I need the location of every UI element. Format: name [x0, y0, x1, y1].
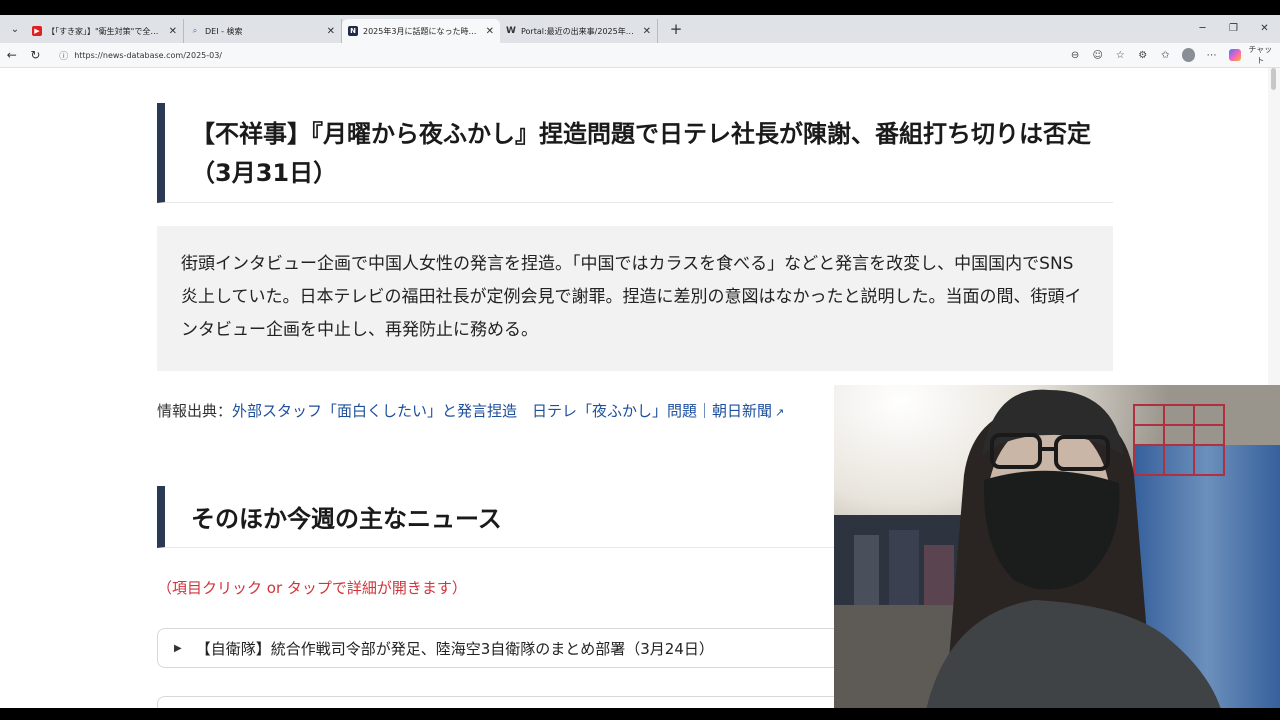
- close-window-icon[interactable]: ✕: [1249, 15, 1280, 43]
- article-heading: 【不祥事】『月曜から夜ふかし』捏造問題で日テレ社長が陳謝、番組打ち切りは否定（3…: [157, 103, 1113, 203]
- tab-2[interactable]: ⌕ DEI - 検索 ✕: [184, 19, 342, 43]
- extensions-icon[interactable]: ⚙: [1132, 50, 1155, 61]
- reload-icon[interactable]: ↻: [24, 48, 48, 62]
- site-info-icon[interactable]: ⓘ: [59, 49, 68, 62]
- tab-title: 【「すき家」】"衛生対策"で全店一時閉: [47, 26, 163, 36]
- accordion-label: 【自衛隊】統合作戦司令部が発足、陸海空3自衛隊のまとめ部署（3月24日）: [195, 639, 714, 658]
- reader-mode-icon[interactable]: ☺: [1086, 50, 1109, 61]
- source-link[interactable]: 外部スタッフ「面白くしたい」と発言捏造 日テレ「夜ふかし」問題｜朝日新聞: [232, 402, 772, 420]
- close-icon[interactable]: ✕: [327, 26, 335, 37]
- window-controls: ─ ❐ ✕: [1187, 15, 1280, 43]
- favorites-list-icon[interactable]: ✩: [1154, 50, 1177, 61]
- zoom-icon[interactable]: ⊖: [1064, 50, 1087, 61]
- back-arrow-icon[interactable]: ←: [0, 48, 24, 62]
- more-menu-icon[interactable]: ⋯: [1200, 50, 1223, 61]
- chat-button[interactable]: チャット: [1241, 44, 1280, 66]
- article-summary: 街頭インタビュー企画で中国人女性の発言を捏造。「中国ではカラスを食べる」などと発…: [157, 226, 1113, 371]
- webcam-video-image: [834, 385, 1280, 720]
- letterbox-top: [0, 0, 1280, 15]
- external-link-icon[interactable]: ↗: [775, 406, 784, 419]
- restore-icon[interactable]: ❐: [1218, 15, 1249, 43]
- wikipedia-icon: W: [506, 26, 516, 36]
- tab-strip: ⌄ ▶ 【「すき家」】"衛生対策"で全店一時閉 ✕ ⌕ DEI - 検索 ✕ N…: [0, 15, 1280, 43]
- favorite-star-icon[interactable]: ☆: [1109, 50, 1132, 61]
- close-icon[interactable]: ✕: [169, 26, 177, 37]
- tab-title: 2025年3月に話題になった時事ニュー: [363, 26, 480, 36]
- youtube-icon: ▶: [32, 26, 42, 36]
- tab-title: DEI - 検索: [205, 26, 243, 36]
- url-text: https://news-database.com/2025-03/: [74, 50, 223, 60]
- tab-1[interactable]: ▶ 【「すき家」】"衛生対策"で全店一時閉 ✕: [26, 19, 184, 43]
- source-prefix: 情報出典：: [157, 402, 233, 420]
- tab-3-active[interactable]: N 2025年3月に話題になった時事ニュー ✕: [342, 19, 500, 43]
- address-bar-row: ← ↻ ⓘ https://news-database.com/2025-03/…: [0, 43, 1280, 68]
- webcam-overlay: [834, 385, 1280, 720]
- section-hint: （項目クリック or タップで詳細が開きます）: [157, 579, 467, 597]
- url-field[interactable]: ⓘ https://news-database.com/2025-03/: [51, 45, 1064, 65]
- toolbar-icons: ⊖ ☺ ☆ ⚙ ✩ ⋯ チャット: [1064, 44, 1280, 66]
- tab-4[interactable]: W Portal:最近の出来事/2025年1月 - W ✕: [500, 19, 658, 43]
- new-tab-plus-icon[interactable]: +: [664, 20, 688, 38]
- close-icon[interactable]: ✕: [486, 26, 494, 37]
- letterbox-bottom: [0, 708, 1280, 720]
- search-icon: ⌕: [192, 26, 198, 35]
- source-line: 情報出典：外部スタッフ「面白くしたい」と発言捏造 日テレ「夜ふかし」問題｜朝日新…: [157, 400, 784, 421]
- minimize-icon[interactable]: ─: [1187, 15, 1218, 43]
- tab-actions-chevron-icon[interactable]: ⌄: [4, 18, 26, 40]
- profile-avatar[interactable]: [1181, 48, 1196, 62]
- copilot-icon[interactable]: [1228, 49, 1241, 61]
- tab-title: Portal:最近の出来事/2025年1月 - W: [521, 26, 637, 36]
- article-title: 【不祥事】『月曜から夜ふかし』捏造問題で日テレ社長が陳謝、番組打ち切りは否定（3…: [191, 120, 1091, 187]
- site-favicon-icon: N: [348, 26, 358, 36]
- close-icon[interactable]: ✕: [643, 26, 651, 37]
- caret-right-icon: ▶: [174, 642, 182, 654]
- scrollbar-thumb[interactable]: [1271, 68, 1276, 90]
